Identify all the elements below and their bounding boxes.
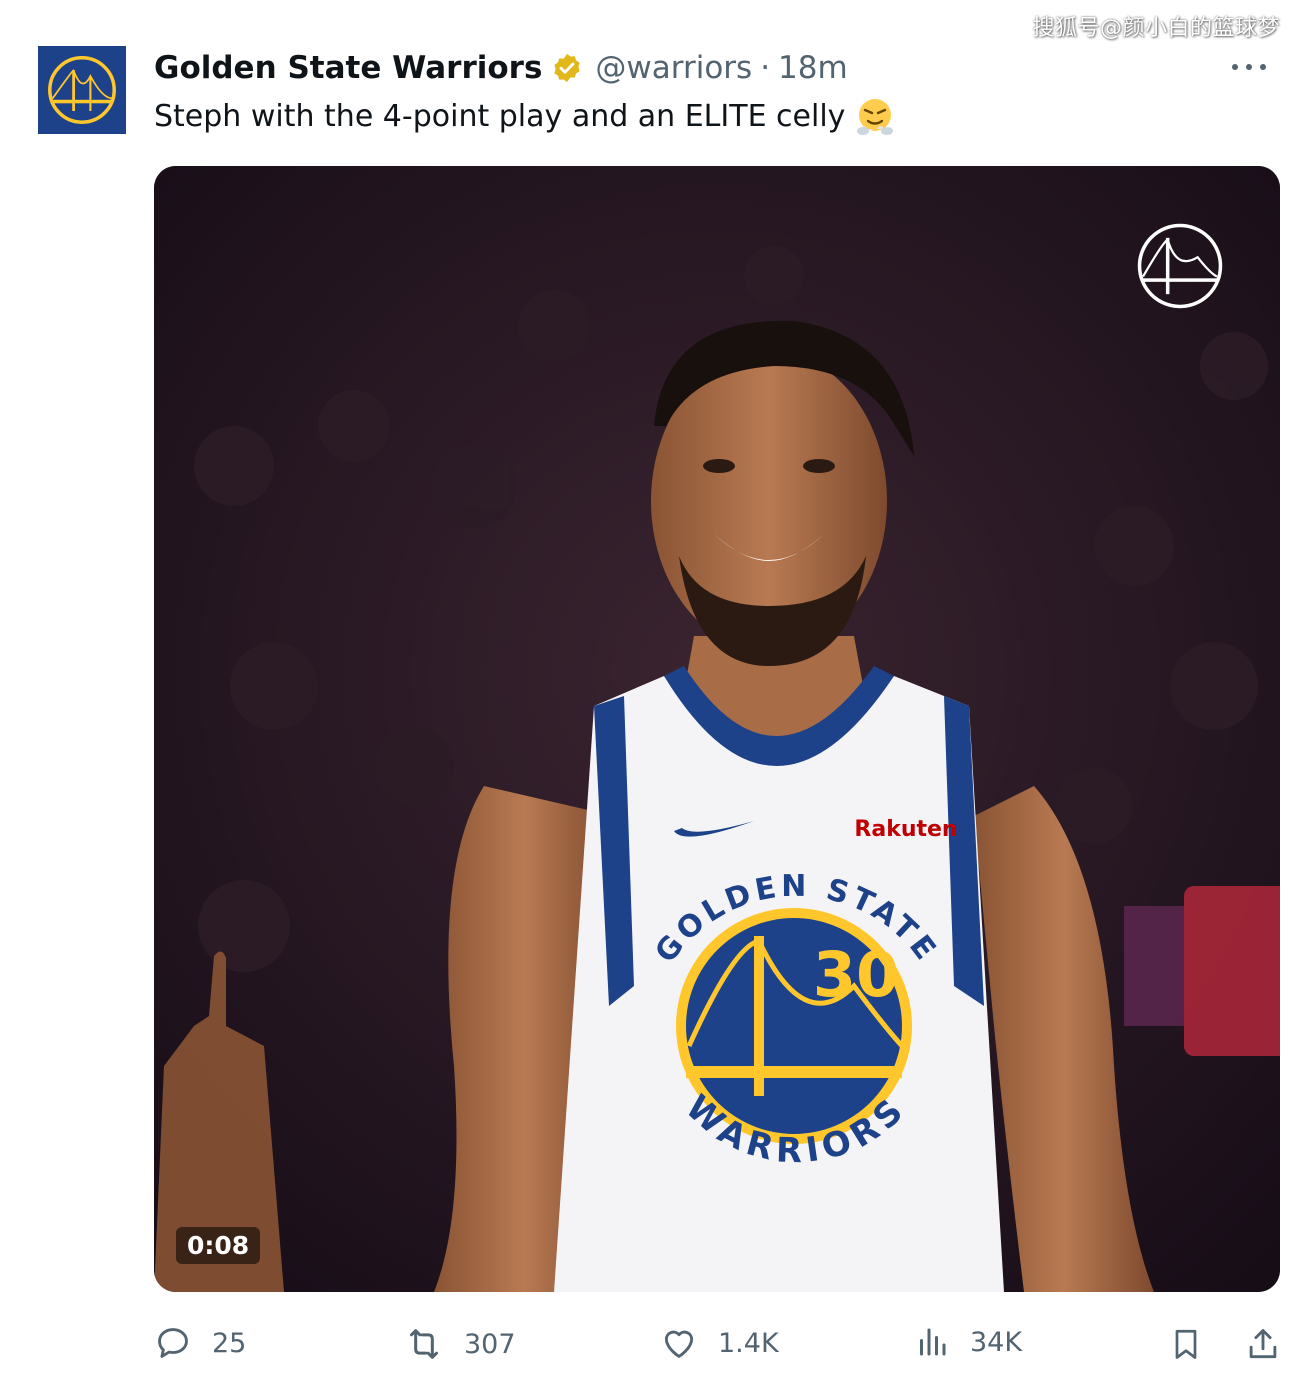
views-button[interactable]: 34K [914, 1324, 1022, 1360]
share-icon [1249, 1329, 1277, 1359]
steam-emoji-icon [855, 96, 895, 136]
tweet-text-row: Steph with the 4-point play and an ELITE… [154, 96, 895, 136]
handle[interactable]: @warriors [595, 50, 752, 86]
repost-icon [410, 1329, 438, 1359]
player-photo: 30 GOLDEN STATE WARRIORS Rakuten [154, 166, 1280, 1292]
tweet-header: Golden State Warriors @warriors · 18m [154, 46, 848, 90]
reply-icon [158, 1328, 188, 1358]
watermark: 搜狐号@颜小白的篮球梦 [1032, 16, 1280, 41]
warriors-logo-icon [48, 56, 116, 124]
warriors-watermark-logo-icon [1137, 223, 1223, 309]
like-button[interactable]: 1.4K [660, 1324, 779, 1362]
display-name[interactable]: Golden State Warriors [154, 50, 542, 86]
more-icon[interactable] [1232, 60, 1266, 74]
reply-button[interactable]: 25 [154, 1324, 246, 1362]
views-count: 34K [970, 1326, 1023, 1358]
bookmark-icon [1175, 1329, 1197, 1359]
bookmark-button[interactable] [1168, 1324, 1204, 1364]
verified-badge-icon [551, 52, 583, 84]
views-icon [920, 1328, 946, 1356]
reply-count: 25 [212, 1327, 247, 1359]
tweet-text: Steph with the 4-point play and an ELITE… [154, 98, 846, 134]
like-icon [664, 1330, 694, 1358]
avatar[interactable] [38, 46, 126, 134]
action-bar: 25 307 1.4K 34K [0, 1316, 1312, 1376]
repost-count: 307 [464, 1328, 516, 1360]
separator: · [760, 50, 771, 86]
like-count: 1.4K [718, 1327, 779, 1359]
video-player[interactable]: 30 GOLDEN STATE WARRIORS Rakuten 0:08 [154, 166, 1280, 1292]
share-button[interactable] [1244, 1324, 1282, 1364]
repost-button[interactable]: 307 [404, 1324, 516, 1364]
jersey-number: 30 [813, 938, 899, 1011]
jersey-sponsor: Rakuten [854, 817, 957, 842]
video-duration: 0:08 [176, 1227, 261, 1264]
timestamp[interactable]: 18m [778, 50, 848, 86]
